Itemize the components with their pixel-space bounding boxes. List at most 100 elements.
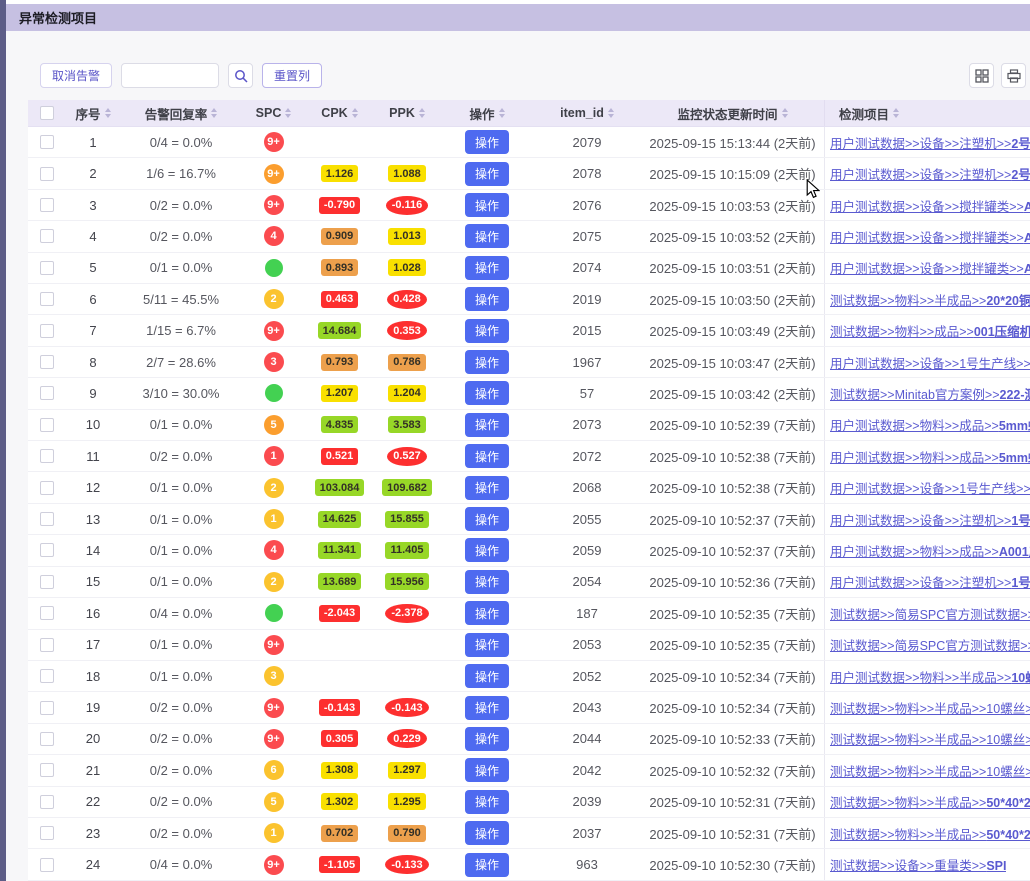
- row-checkbox[interactable]: [40, 386, 54, 400]
- print-button[interactable]: [1001, 63, 1026, 88]
- detect-item-link[interactable]: 测试数据>>Minitab官方案例>>222-测: [830, 384, 1030, 403]
- detect-item-link[interactable]: 测试数据>>设备>>重量类>>SPI: [830, 855, 1006, 874]
- detect-item-link[interactable]: 测试数据>>简易SPC官方测试数据>>: [830, 604, 1030, 623]
- sort-icon[interactable]: [352, 108, 358, 118]
- detect-item-link[interactable]: 用户测试数据>>物料>>半成品>>10螺: [830, 667, 1030, 686]
- detect-item-link[interactable]: 测试数据>>物料>>半成品>>50*40*2橡: [830, 824, 1030, 843]
- operate-button[interactable]: 操作: [465, 444, 509, 468]
- detect-item-link[interactable]: 用户测试数据>>设备>>搅拌罐类>>A: [830, 227, 1030, 246]
- column-settings-button[interactable]: [969, 63, 994, 88]
- table-row: 150/1 = 0.0%213.68915.956操作20542025-09-1…: [28, 567, 1030, 598]
- column-header-rate[interactable]: 告警回复率: [121, 100, 241, 126]
- detect-item-link[interactable]: 用户测试数据>>物料>>成品>>5mm螺: [830, 447, 1030, 466]
- sort-icon[interactable]: [211, 108, 217, 118]
- operate-button[interactable]: 操作: [465, 476, 509, 500]
- row-checkbox[interactable]: [40, 512, 54, 526]
- column-header-time[interactable]: 监控状态更新时间: [641, 100, 824, 126]
- operate-button[interactable]: 操作: [465, 319, 509, 343]
- operate-button[interactable]: 操作: [465, 696, 509, 720]
- cancel-alarm-button[interactable]: 取消告警: [40, 63, 112, 88]
- operate-button[interactable]: 操作: [465, 130, 509, 154]
- operate-button[interactable]: 操作: [465, 758, 509, 782]
- operate-button[interactable]: 操作: [465, 224, 509, 248]
- operate-button[interactable]: 操作: [465, 381, 509, 405]
- detect-item-link[interactable]: 测试数据>>物料>>半成品>>10螺丝>>: [830, 729, 1030, 748]
- sort-icon[interactable]: [419, 108, 425, 118]
- row-checkbox[interactable]: [40, 481, 54, 495]
- detect-item-link[interactable]: 测试数据>>物料>>半成品>>10螺丝>>: [830, 698, 1030, 717]
- cpk-badge: 14.684: [318, 322, 362, 339]
- row-checkbox[interactable]: [40, 763, 54, 777]
- detect-item-link[interactable]: 用户测试数据>>设备>>注塑机>>2号: [830, 133, 1030, 152]
- sort-icon[interactable]: [105, 108, 111, 118]
- row-checkbox[interactable]: [40, 795, 54, 809]
- operate-button[interactable]: 操作: [465, 350, 509, 374]
- search-button[interactable]: [228, 63, 253, 88]
- operate-button[interactable]: 操作: [465, 538, 509, 562]
- reset-columns-button[interactable]: 重置列: [262, 63, 322, 88]
- row-checkbox[interactable]: [40, 261, 54, 275]
- row-checkbox[interactable]: [40, 732, 54, 746]
- row-checkbox[interactable]: [40, 418, 54, 432]
- sort-icon[interactable]: [499, 108, 505, 118]
- operate-button[interactable]: 操作: [465, 727, 509, 751]
- column-header-item[interactable]: 检测项目: [824, 100, 1030, 126]
- sort-icon[interactable]: [608, 108, 614, 118]
- column-header-itemid[interactable]: item_id: [533, 100, 641, 126]
- row-checkbox[interactable]: [40, 858, 54, 872]
- column-header-no[interactable]: 序号: [65, 100, 121, 126]
- detect-item-link[interactable]: 用户测试数据>>设备>>1号生产线>>冲: [830, 353, 1030, 372]
- detect-item-link[interactable]: 用户测试数据>>物料>>成品>>5mm螺: [830, 415, 1030, 434]
- detect-item-link[interactable]: 用户测试数据>>设备>>搅拌罐类>>A: [830, 258, 1030, 277]
- detect-item-link[interactable]: 测试数据>>简易SPC官方测试数据>>: [830, 635, 1030, 654]
- row-checkbox[interactable]: [40, 355, 54, 369]
- sort-icon[interactable]: [285, 108, 291, 118]
- row-checkbox[interactable]: [40, 826, 54, 840]
- operate-button[interactable]: 操作: [465, 664, 509, 688]
- operate-button[interactable]: 操作: [465, 162, 509, 186]
- row-number: 10: [86, 417, 100, 432]
- row-checkbox[interactable]: [40, 229, 54, 243]
- row-checkbox[interactable]: [40, 606, 54, 620]
- row-checkbox[interactable]: [40, 669, 54, 683]
- row-checkbox[interactable]: [40, 575, 54, 589]
- row-checkbox[interactable]: [40, 543, 54, 557]
- detect-item-link[interactable]: 测试数据>>物料>>半成品>>20*20铜片: [830, 290, 1030, 309]
- search-input[interactable]: [121, 63, 219, 88]
- operate-button[interactable]: 操作: [465, 633, 509, 657]
- column-header-action[interactable]: 操作: [441, 100, 533, 126]
- detect-item-link[interactable]: 用户测试数据>>设备>>搅拌罐类>>A: [830, 196, 1030, 215]
- column-header-spc[interactable]: SPC: [241, 100, 306, 126]
- row-checkbox[interactable]: [40, 638, 54, 652]
- detect-item-link[interactable]: 用户测试数据>>设备>>注塑机>>1号: [830, 510, 1030, 529]
- detect-item-link[interactable]: 用户测试数据>>物料>>成品>>A001产: [830, 541, 1030, 560]
- row-checkbox[interactable]: [40, 135, 54, 149]
- operate-button[interactable]: 操作: [465, 601, 509, 625]
- detect-item-link[interactable]: 用户测试数据>>设备>>1号生产线>>1: [830, 478, 1030, 497]
- detect-item-link[interactable]: 测试数据>>物料>>半成品>>10螺丝>>: [830, 761, 1030, 780]
- row-checkbox[interactable]: [40, 324, 54, 338]
- column-header-ppk[interactable]: PPK: [373, 100, 441, 126]
- select-all-checkbox[interactable]: [40, 106, 54, 120]
- row-checkbox[interactable]: [40, 198, 54, 212]
- operate-button[interactable]: 操作: [465, 256, 509, 280]
- operate-button[interactable]: 操作: [465, 413, 509, 437]
- detect-item-link[interactable]: 用户测试数据>>设备>>注塑机>>2号: [830, 164, 1030, 183]
- operate-button[interactable]: 操作: [465, 287, 509, 311]
- column-header-cpk[interactable]: CPK: [306, 100, 373, 126]
- row-checkbox[interactable]: [40, 449, 54, 463]
- detect-item-link[interactable]: 测试数据>>物料>>成品>>001压缩机: [830, 321, 1030, 340]
- operate-button[interactable]: 操作: [465, 853, 509, 877]
- row-checkbox[interactable]: [40, 167, 54, 181]
- row-checkbox[interactable]: [40, 701, 54, 715]
- sort-icon[interactable]: [782, 108, 788, 118]
- operate-button[interactable]: 操作: [465, 821, 509, 845]
- operate-button[interactable]: 操作: [465, 507, 509, 531]
- row-checkbox[interactable]: [40, 292, 54, 306]
- operate-button[interactable]: 操作: [465, 570, 509, 594]
- detect-item-link[interactable]: 用户测试数据>>设备>>注塑机>>1号: [830, 572, 1030, 591]
- sort-icon[interactable]: [893, 108, 899, 118]
- operate-button[interactable]: 操作: [465, 193, 509, 217]
- operate-button[interactable]: 操作: [465, 790, 509, 814]
- detect-item-link[interactable]: 测试数据>>物料>>半成品>>50*40*2橡: [830, 792, 1030, 811]
